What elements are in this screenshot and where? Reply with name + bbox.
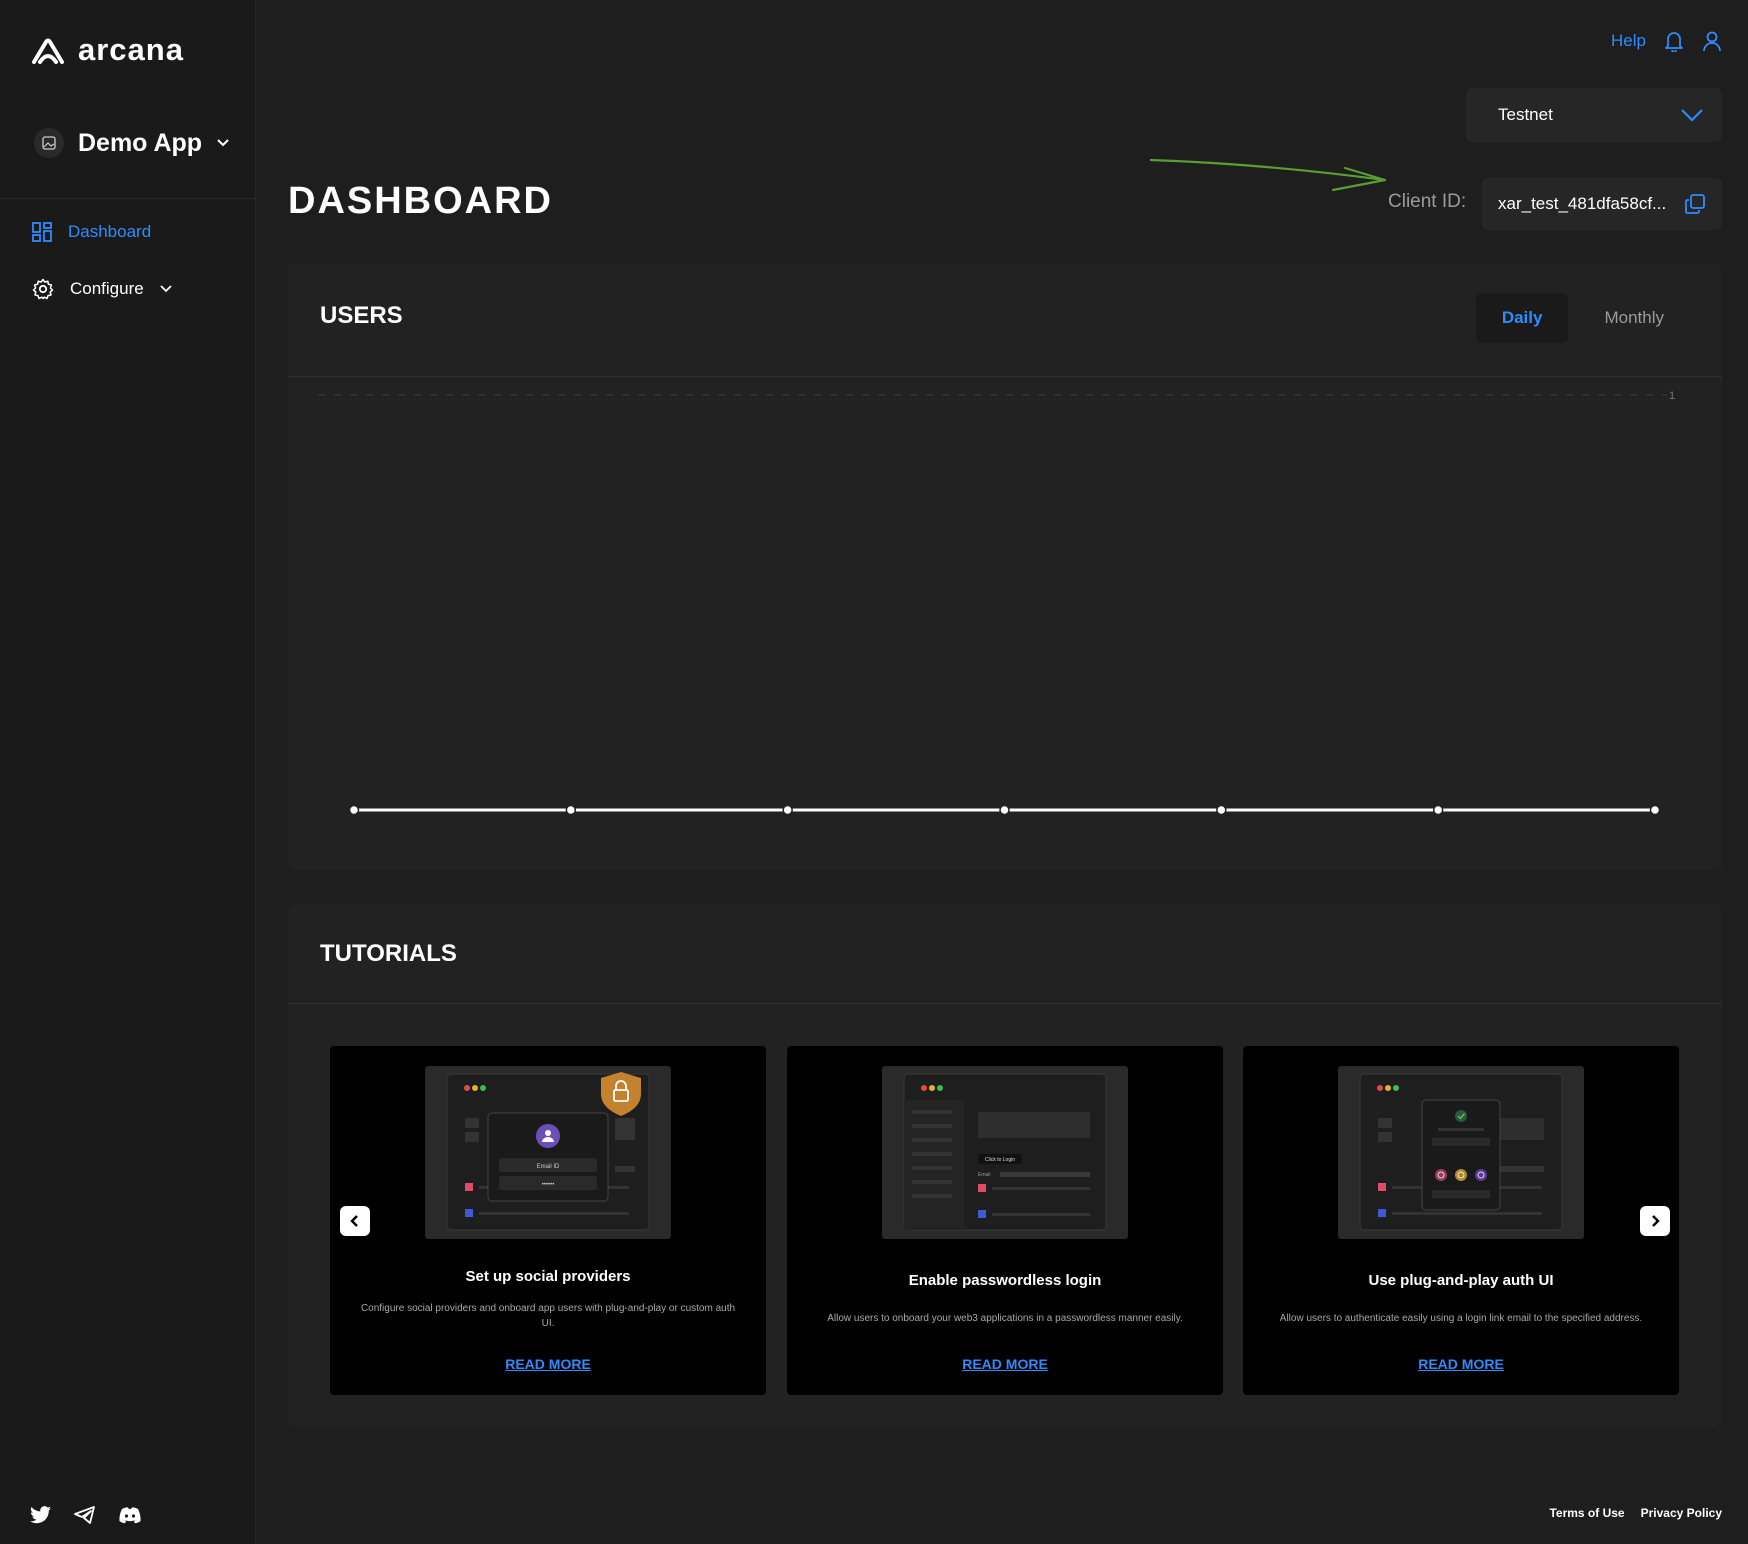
tutorial-title: Set up social providers	[465, 1268, 631, 1285]
data-point[interactable]	[565, 804, 577, 816]
network-select[interactable]: Testnet	[1466, 88, 1722, 142]
client-id-value: xar_test_481dfa58cf...	[1498, 194, 1667, 213]
privacy-policy-link[interactable]: Privacy Policy	[1641, 1506, 1722, 1520]
client-id-label: Client ID:	[1388, 191, 1467, 212]
discord-icon[interactable]	[118, 1506, 142, 1524]
tutorial-card-passwordless[interactable]: Click to Login Email Enable passwordless…	[787, 1046, 1223, 1395]
carousel-next-button[interactable]	[1640, 1206, 1670, 1236]
users-line-chart: 12023-05-312023-06-012023-06-022023-06-0…	[318, 390, 1675, 816]
tutorial-card-social[interactable]: Email ID •••••• Set up social providers …	[330, 1046, 766, 1395]
image-placeholder-icon	[42, 136, 56, 150]
tutorial-thumbnail	[1338, 1066, 1584, 1239]
toggle-daily[interactable]: Daily	[1475, 293, 1569, 343]
auth-ui-illustration	[1359, 1073, 1563, 1231]
period-toggle: Daily Monthly	[1475, 293, 1690, 343]
chevron-down-icon	[160, 285, 172, 293]
read-more-link[interactable]: READ MORE	[1243, 1356, 1679, 1372]
data-point[interactable]	[1649, 804, 1661, 816]
data-point[interactable]	[1432, 804, 1444, 816]
tutorial-card-auth-ui[interactable]: Use plug-and-play auth UI Allow users to…	[1243, 1046, 1679, 1395]
sidebar-item-label: Configure	[70, 279, 144, 298]
y-tick-label: 1	[1669, 390, 1675, 402]
sidebar-divider	[0, 198, 256, 199]
tutorial-title: Use plug-and-play auth UI	[1368, 1272, 1554, 1289]
passwordless-login-illustration: Click to Login Email	[903, 1073, 1107, 1231]
tutorials-card-divider	[288, 1003, 1722, 1004]
thumb-click-to-login-text: Click to Login	[985, 1157, 1015, 1163]
social-login-illustration: Email ID ••••••	[446, 1072, 650, 1231]
telegram-icon[interactable]	[74, 1506, 96, 1524]
sidebar-item-label: Dashboard	[68, 222, 152, 241]
data-point[interactable]	[1216, 804, 1227, 816]
dashboard-grid-icon	[32, 222, 52, 242]
brand-name: arcana	[78, 32, 184, 67]
gear-icon	[32, 278, 54, 300]
app-name: Demo App	[78, 128, 203, 157]
thumb-email-text: Email	[978, 1172, 991, 1178]
chevron-down-icon	[1681, 109, 1703, 122]
read-more-link[interactable]: READ MORE	[330, 1356, 766, 1372]
app-avatar	[34, 128, 64, 158]
tutorials-card: TUTORIALS Email ID •••••• Set up social …	[288, 904, 1722, 1427]
app-switcher[interactable]: Demo App	[34, 128, 230, 158]
twitter-icon[interactable]	[30, 1506, 52, 1524]
annotation-arrow	[1149, 158, 1387, 192]
copy-icon[interactable]	[1684, 193, 1706, 215]
tutorial-thumbnail: Click to Login Email	[882, 1066, 1128, 1239]
thumb-email-text: Email ID	[537, 1164, 560, 1170]
chevron-left-icon	[350, 1215, 358, 1227]
sidebar-item-configure[interactable]: Configure	[32, 278, 172, 300]
brand-logo[interactable]: arcana	[30, 32, 184, 68]
tutorial-description: Configure social providers and onboard a…	[360, 1303, 736, 1329]
data-point[interactable]	[348, 804, 360, 816]
users-card: USERS Daily Monthly 12023-05-312023-06-0…	[288, 263, 1722, 870]
terms-of-use-link[interactable]: Terms of Use	[1549, 1506, 1624, 1520]
read-more-link[interactable]: READ MORE	[787, 1356, 1223, 1372]
user-icon[interactable]	[1702, 30, 1722, 52]
toggle-monthly[interactable]: Monthly	[1578, 293, 1690, 343]
social-links	[30, 1506, 142, 1524]
data-point[interactable]	[782, 804, 793, 816]
tutorial-description: Allow users to onboard your web3 applica…	[827, 1313, 1183, 1324]
page-title: DASHBOARD	[288, 180, 553, 222]
footer-links: Terms of Use Privacy Policy	[1549, 1506, 1722, 1520]
sidebar: arcana Demo App Dashboard Configure	[0, 0, 256, 1544]
data-point[interactable]	[999, 804, 1010, 816]
client-id-field: xar_test_481dfa58cf...	[1482, 178, 1722, 230]
chevron-right-icon	[1652, 1215, 1660, 1227]
bell-icon[interactable]	[1664, 30, 1684, 52]
arcana-logo-icon	[32, 38, 64, 64]
tutorial-thumbnail: Email ID ••••••	[425, 1066, 671, 1239]
sidebar-item-dashboard[interactable]: Dashboard	[32, 222, 151, 242]
topbar: Help	[1611, 30, 1722, 52]
carousel-prev-button[interactable]	[340, 1206, 370, 1236]
tutorials-title: TUTORIALS	[320, 940, 457, 967]
tutorial-title: Enable passwordless login	[908, 1272, 1102, 1289]
chevron-down-icon	[217, 139, 229, 147]
tutorial-description: Allow users to authenticate easily using…	[1279, 1313, 1643, 1324]
network-selected-value: Testnet	[1498, 105, 1553, 124]
help-link[interactable]: Help	[1611, 31, 1646, 51]
thumb-password-text: ••••••	[542, 1182, 555, 1188]
users-title: USERS	[320, 302, 403, 329]
